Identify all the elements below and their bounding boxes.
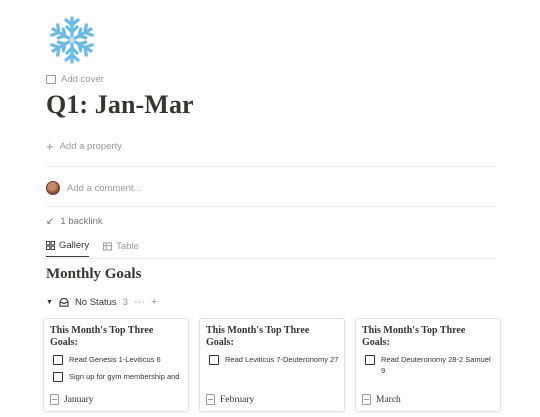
tab-gallery[interactable]: Gallery [46, 240, 90, 257]
snowflake-icon[interactable] [46, 14, 98, 66]
view-tabs: Gallery Table [46, 240, 139, 257]
card-heading: This Month's Top Three Goals: [50, 325, 154, 348]
add-item-icon[interactable]: + [151, 296, 157, 308]
checkbox[interactable] [53, 355, 63, 365]
checkbox[interactable] [365, 355, 375, 365]
gallery-card[interactable]: This Month's Top Three Goals: Read Levit… [199, 318, 345, 412]
todo-text: Read Genesis 1-Leviticus 6 [69, 355, 161, 364]
inbox-icon [59, 297, 69, 307]
backlink-label: 1 backlink [60, 216, 103, 227]
card-title: March [362, 394, 401, 405]
caret-down-icon[interactable]: ▼ [46, 299, 53, 306]
divider [46, 206, 496, 207]
page-icon [362, 394, 371, 405]
image-icon [46, 75, 56, 84]
comment-placeholder: Add a comment... [67, 182, 142, 194]
database-title[interactable]: Monthly Goals [46, 266, 141, 283]
divider [46, 166, 496, 167]
arrow-down-left-icon: ↙ [46, 216, 55, 227]
gallery-cards: This Month's Top Three Goals: Read Genes… [43, 318, 501, 412]
card-heading: This Month's Top Three Goals: [362, 325, 466, 348]
add-property-label: Add a property [59, 141, 122, 152]
gallery-card[interactable]: This Month's Top Three Goals: Read Genes… [43, 318, 189, 412]
table-icon [103, 241, 113, 251]
page-icon [50, 394, 59, 405]
gallery-grid-icon [46, 241, 55, 250]
tabs-divider [46, 258, 496, 259]
add-property-button[interactable]: + Add a property [46, 138, 122, 154]
card-title-text: February [220, 394, 255, 405]
add-cover-button[interactable]: Add cover [46, 74, 104, 85]
todo-item: Read Leviticus 7-Deuteronomy 27 [209, 354, 340, 365]
backlink-button[interactable]: ↙ 1 backlink [46, 216, 103, 227]
tab-gallery-label: Gallery [59, 240, 90, 251]
todo-text: Read Leviticus 7-Deuteronomy 27 [225, 355, 339, 364]
checkbox[interactable] [53, 372, 63, 382]
gallery-card[interactable]: This Month's Top Three Goals: Read Deute… [355, 318, 501, 412]
card-title: February [206, 394, 254, 405]
add-cover-label: Add cover [61, 74, 104, 85]
todo-item: Read Deuteronomy 28-2 Samuel 9 [365, 354, 496, 376]
card-title: January [50, 394, 94, 405]
more-options-icon[interactable]: ··· [134, 296, 145, 308]
todo-item: Read Genesis 1-Leviticus 6 [53, 354, 184, 365]
todo-item: Sign up for gym membership and [53, 371, 184, 382]
card-heading: This Month's Top Three Goals: [206, 325, 310, 348]
checkbox[interactable] [209, 355, 219, 365]
card-title-text: March [376, 394, 401, 405]
card-title-text: January [64, 394, 94, 405]
group-label: No Status [74, 296, 117, 308]
todo-text: Read Deuteronomy 28-2 Samuel 9 [381, 355, 491, 375]
page-title[interactable]: Q1: Jan-Mar [46, 90, 194, 120]
page-icon [206, 394, 215, 405]
group-count: 3 [122, 296, 128, 308]
todo-text: Sign up for gym membership and [69, 372, 180, 381]
group-header: ▼ No Status 3 ··· + [46, 296, 157, 308]
tab-table-label: Table [116, 240, 139, 252]
tab-table[interactable]: Table [103, 240, 139, 257]
avatar [46, 181, 60, 195]
plus-icon: + [46, 138, 54, 154]
comment-input[interactable]: Add a comment... [46, 181, 141, 195]
